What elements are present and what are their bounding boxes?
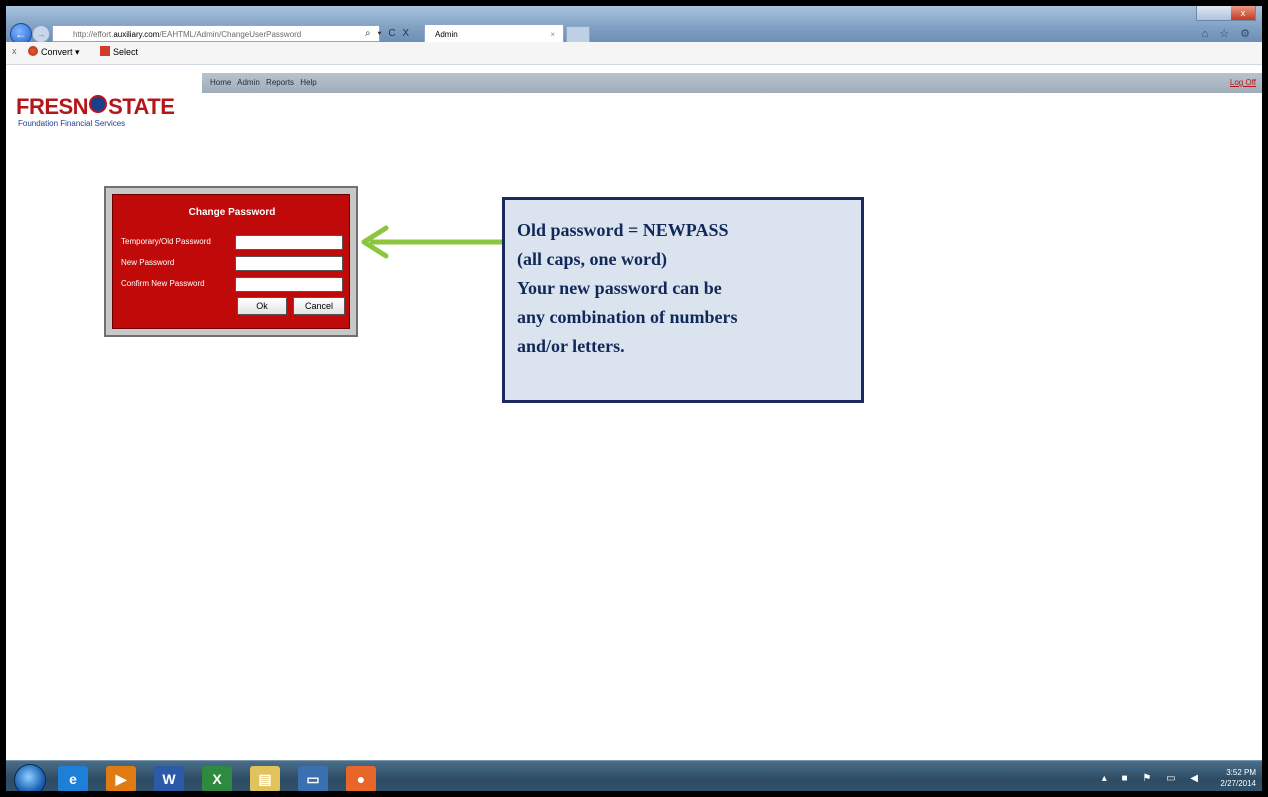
- new-password-label: New Password: [121, 258, 175, 267]
- clock-time: 3:52 PM: [1226, 768, 1256, 777]
- window-controls[interactable]: x: [1196, 6, 1256, 21]
- excel-glyph: X: [212, 771, 222, 787]
- command-bar-close-icon[interactable]: x: [12, 46, 17, 56]
- explorer-glyph: ▤: [258, 770, 272, 787]
- instruction-callout: Old password = NEWPASS (all caps, one wo…: [502, 197, 864, 403]
- select-icon: [100, 46, 110, 56]
- window-close-icon[interactable]: x: [1231, 6, 1255, 20]
- url-prefix: http://effort.: [73, 30, 114, 39]
- select-label: Select: [113, 47, 139, 57]
- media-glyph: ▶: [115, 770, 127, 787]
- confirm-password-label: Confirm New Password: [121, 279, 205, 288]
- word-glyph: W: [162, 771, 176, 787]
- browser-title-bar: ← → http://effort.auxiliary.com/EAHTML/A…: [6, 6, 1262, 45]
- taskbar-word-icon[interactable]: W: [154, 766, 184, 791]
- ok-button[interactable]: Ok: [237, 297, 287, 315]
- browser-toolbar-icons[interactable]: ⌂ ☆ ⚙: [1202, 27, 1254, 40]
- logo-text-right: STATE: [108, 94, 175, 119]
- windows-taskbar: e ▶ W X ▤ ▭ ● ▴ ■ ⚑ ▭ ◀ 3:52 PM 2/27/201…: [6, 760, 1262, 791]
- clock[interactable]: 3:52 PM 2/27/2014: [1220, 767, 1256, 789]
- callout-line: Old password = NEWPASS: [517, 220, 729, 240]
- nav-help[interactable]: Help: [300, 78, 316, 87]
- nav-links: Home Admin Reports Help: [210, 73, 321, 93]
- taskbar-media-player-icon[interactable]: ▶: [106, 766, 136, 791]
- taskbar-firefox-icon[interactable]: ●: [346, 766, 376, 791]
- select-button[interactable]: Select: [100, 46, 138, 57]
- confirm-password-field[interactable]: [235, 277, 343, 292]
- taskbar-remote-desktop-icon[interactable]: ▭: [298, 766, 328, 791]
- dialog-title: Change Password: [188, 207, 276, 218]
- old-password-field[interactable]: [235, 235, 343, 250]
- taskbar-excel-icon[interactable]: X: [202, 766, 232, 791]
- ie-glyph: e: [69, 771, 77, 787]
- url-path: /EAHTML/Admin/ChangeUserPassword: [159, 30, 302, 39]
- log-off-link[interactable]: Log Off: [1230, 73, 1256, 93]
- change-password-dialog: Change Password Temporary/Old Password N…: [112, 194, 350, 329]
- callout-line: Your new password can be: [517, 278, 722, 298]
- start-button-icon[interactable]: [14, 764, 46, 791]
- nav-reports[interactable]: Reports: [266, 78, 294, 87]
- taskbar-explorer-icon[interactable]: ▤: [250, 766, 280, 791]
- command-bar: x Convert ▾ Select: [6, 42, 1262, 65]
- callout-line: any combination of numbers: [517, 307, 738, 327]
- logo-text-left: FRESN: [16, 94, 89, 119]
- url-domain: auxiliary.com: [113, 30, 160, 39]
- firefox-glyph: ●: [356, 771, 366, 787]
- callout-line: and/or letters.: [517, 336, 625, 356]
- address-bar[interactable]: http://effort.auxiliary.com/EAHTML/Admin…: [52, 25, 380, 42]
- nav-home[interactable]: Home: [210, 78, 231, 87]
- logo-seal-icon: [89, 95, 108, 113]
- browser-tab[interactable]: Admin ×: [424, 24, 564, 43]
- site-nav-bar: Home Admin Reports Help Log Off: [202, 73, 1262, 93]
- cancel-button[interactable]: Cancel: [293, 297, 345, 315]
- screenshot-frame: ← → http://effort.auxiliary.com/EAHTML/A…: [0, 0, 1268, 797]
- tab-title: Admin: [435, 30, 458, 39]
- convert-label: Convert: [41, 47, 73, 57]
- logo-subtitle: Foundation Financial Services: [18, 119, 126, 128]
- callout-line: (all caps, one word): [517, 249, 667, 269]
- taskbar-ie-icon[interactable]: e: [58, 766, 88, 791]
- address-bar-icons[interactable]: ⌕ ▾ C X: [365, 25, 411, 42]
- clock-date: 2/27/2014: [1220, 779, 1256, 788]
- remote-glyph: ▭: [306, 770, 320, 787]
- forward-button[interactable]: →: [32, 25, 50, 43]
- system-tray-icons[interactable]: ▴ ■ ⚑ ▭ ◀: [1102, 773, 1204, 784]
- convert-icon: [28, 46, 38, 56]
- new-password-field[interactable]: [235, 256, 343, 271]
- fresno-state-logo: FRESN STATE Foundation Financial Services: [16, 94, 216, 128]
- old-password-label: Temporary/Old Password: [121, 237, 211, 246]
- pointer-arrow-icon: [361, 225, 506, 259]
- convert-button[interactable]: Convert ▾: [28, 46, 80, 58]
- logo-wordmark: FRESN STATE: [16, 94, 216, 120]
- change-password-dialog-frame: Change Password Temporary/Old Password N…: [104, 186, 358, 337]
- nav-admin[interactable]: Admin: [237, 78, 260, 87]
- convert-dropdown-icon: ▾: [75, 47, 80, 57]
